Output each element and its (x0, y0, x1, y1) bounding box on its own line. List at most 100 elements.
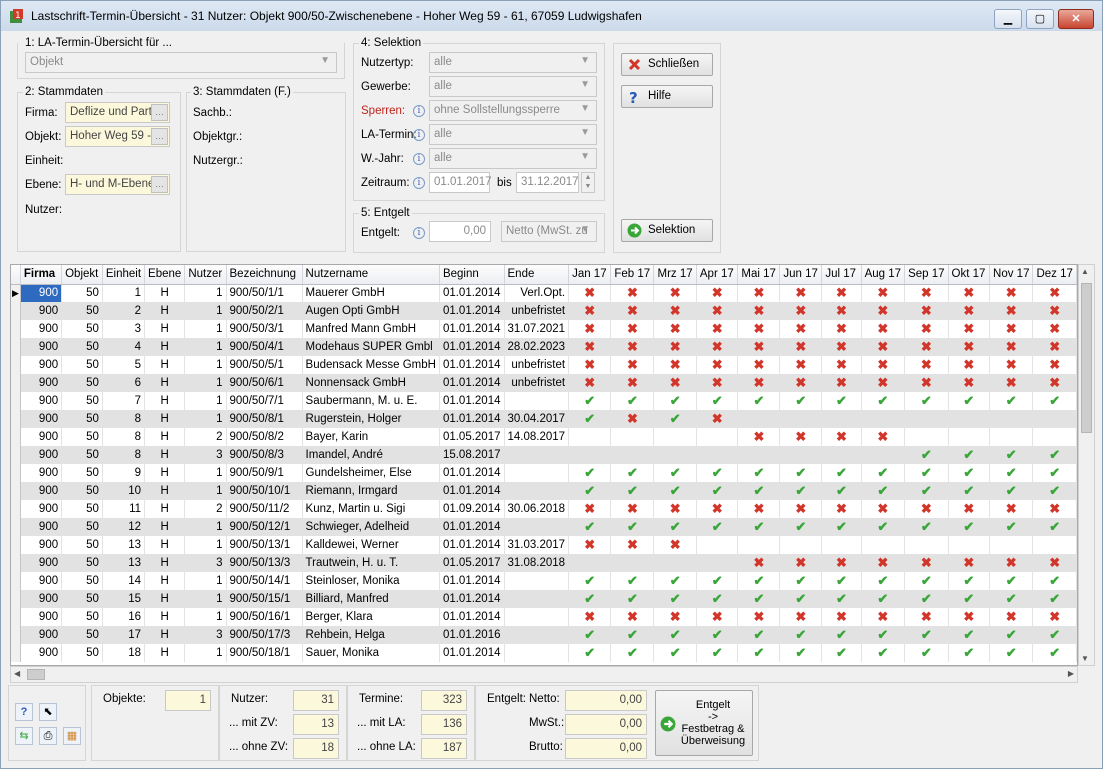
table-row[interactable]: 900 50 8 H 1 900/50/8/1 Rugerstein, Holger 01.0… (11, 410, 1077, 428)
column-header[interactable]: Sep 17 (904, 265, 949, 285)
column-header[interactable]: Feb 17 (610, 265, 655, 285)
row-header[interactable] (11, 410, 21, 428)
column-header[interactable]: Jul 17 (821, 265, 862, 285)
row-header[interactable] (11, 302, 21, 320)
row-header[interactable] (11, 608, 21, 626)
table-row[interactable]: 900 50 12 H 1 900/50/12/1 Schwieger, Adelheid 0… (11, 518, 1077, 536)
close-button[interactable]: Schließen (621, 53, 713, 76)
column-header[interactable]: Nov 17 (989, 265, 1034, 285)
browse-button[interactable]: … (151, 104, 168, 121)
table-row[interactable]: 900 50 3 H 1 900/50/3/1 Manfred Mann GmbH 01.01… (11, 320, 1077, 338)
column-header[interactable]: Nutzername (302, 265, 440, 285)
table-row[interactable]: 900 50 6 H 1 900/50/6/1 Nonnensack GmbH 01.01.2… (11, 374, 1077, 392)
column-header[interactable]: Mrz 17 (653, 265, 697, 285)
hscroll-thumb[interactable] (27, 669, 45, 680)
help-icon[interactable]: ? (15, 703, 33, 721)
table-row[interactable]: 900 50 9 H 1 900/50/9/1 Gundelsheimer, Else 01.… (11, 464, 1077, 482)
column-header[interactable]: Jan 17 (568, 265, 612, 285)
scroll-down-icon[interactable]: ▼ (1081, 654, 1089, 663)
cursor-icon[interactable]: ⬉ (39, 703, 57, 721)
minimize-button[interactable]: ▁ (994, 9, 1022, 29)
close-window-button[interactable]: ✕ (1058, 9, 1094, 29)
row-header[interactable] (11, 644, 21, 662)
column-header[interactable]: Ende (504, 265, 570, 285)
festbetrag-button[interactable]: Entgelt -> Festbetrag & Überweisung (655, 690, 753, 756)
grid-icon[interactable]: ▦ (63, 727, 81, 745)
la-termin-uebersicht-select[interactable]: Objekt ▼ (25, 52, 337, 73)
table-row[interactable]: ▶ 900 50 1 H 1 900/50/1/1 Mauerer GmbH 01.01.201… (11, 284, 1077, 302)
column-header[interactable]: Nutzer (184, 265, 227, 285)
column-header[interactable]: Einheit (102, 265, 146, 285)
scroll-up-icon[interactable]: ▲ (1081, 267, 1089, 276)
table-row[interactable]: 900 50 15 H 1 900/50/15/1 Billiard, Manfred 01.… (11, 590, 1077, 608)
firma-field[interactable]: Deflize und Partr… (65, 102, 170, 123)
termin-table[interactable]: Firma Objekt Einheit Ebene Nutzer Bezeichnung… (10, 264, 1078, 666)
column-header[interactable]: Dez 17 (1032, 265, 1077, 285)
column-header[interactable]: Jun 17 (779, 265, 823, 285)
table-row[interactable]: 900 50 7 H 1 900/50/7/1 Saubermann, M. u. E. 01… (11, 392, 1077, 410)
help-button[interactable]: ? Hilfe (621, 85, 713, 108)
table-row[interactable]: 900 50 18 H 1 900/50/18/1 Sauer, Monika 01.01.2… (11, 644, 1077, 662)
scroll-left-icon[interactable]: ◀ (14, 669, 20, 678)
ebene-field[interactable]: H- und M-Ebene… (65, 174, 170, 195)
table-row[interactable]: 900 50 5 H 1 900/50/5/1 Budensack Messe GmbH 01… (11, 356, 1077, 374)
column-header[interactable]: Firma (20, 265, 63, 285)
nutzertyp-select[interactable]: alle ▼ (429, 52, 597, 73)
column-header[interactable]: Bezeichnung (226, 265, 303, 285)
entgelt-mode-select[interactable]: Netto (MwSt. zu ▼ (501, 221, 597, 242)
table-row[interactable]: 900 50 13 H 1 900/50/13/1 Kalldewei, Werner 01.… (11, 536, 1077, 554)
column-header[interactable]: Aug 17 (861, 265, 906, 285)
row-header[interactable] (11, 518, 21, 536)
info-icon[interactable]: i (413, 129, 425, 141)
column-header[interactable]: Okt 17 (948, 265, 991, 285)
vertical-scrollbar[interactable]: ▲ ▼ (1078, 264, 1095, 666)
row-header[interactable]: ▶ (11, 284, 21, 302)
horizontal-scrollbar[interactable]: ◀ ▶ (10, 666, 1078, 683)
maximize-button[interactable]: ▢ (1026, 9, 1054, 29)
column-header[interactable]: Apr 17 (696, 265, 739, 285)
print-icon[interactable]: ⎙ (39, 727, 57, 745)
browse-button[interactable]: … (151, 128, 168, 145)
date-spinner[interactable]: ▲ ▼ (581, 172, 595, 193)
zeitraum-from-input[interactable]: 01.01.2017 (429, 172, 492, 193)
scroll-thumb[interactable] (1081, 283, 1092, 433)
info-icon[interactable]: i (413, 153, 425, 165)
column-header[interactable]: Mai 17 (737, 265, 781, 285)
table-row[interactable]: 900 50 10 H 1 900/50/10/1 Riemann, Irmgard 01.0… (11, 482, 1077, 500)
row-header[interactable] (11, 320, 21, 338)
table-row[interactable]: 900 50 16 H 1 900/50/16/1 Berger, Klara 01.01.2… (11, 608, 1077, 626)
column-header[interactable]: Beginn (439, 265, 505, 285)
table-row[interactable]: 900 50 17 H 3 900/50/17/3 Rehbein, Helga 01.01.… (11, 626, 1077, 644)
scroll-right-icon[interactable]: ▶ (1068, 669, 1074, 678)
row-header[interactable] (11, 338, 21, 356)
row-header[interactable] (11, 536, 21, 554)
table-row[interactable]: 900 50 11 H 2 900/50/11/2 Kunz, Martin u. Sigi… (11, 500, 1077, 518)
row-header[interactable] (11, 392, 21, 410)
info-icon[interactable]: i (413, 177, 425, 189)
gewerbe-select[interactable]: alle ▼ (429, 76, 597, 97)
objekt-field[interactable]: Hoher Weg 59 -… (65, 126, 170, 147)
row-header[interactable] (11, 464, 21, 482)
row-header[interactable] (11, 374, 21, 392)
table-row[interactable]: 900 50 13 H 3 900/50/13/3 Trautwein, H. u. T. 0… (11, 554, 1077, 572)
selektion-button[interactable]: Selektion (621, 219, 713, 242)
row-header[interactable] (11, 626, 21, 644)
row-header[interactable] (11, 590, 21, 608)
row-header[interactable] (11, 572, 21, 590)
sperren-select[interactable]: ohne Sollstellungssperre ▼ (429, 100, 597, 121)
column-header[interactable]: Objekt (61, 265, 103, 285)
row-header[interactable] (11, 428, 21, 446)
wjahr-select[interactable]: alle ▼ (429, 148, 597, 169)
row-header[interactable] (11, 500, 21, 518)
zeitraum-to-input[interactable]: 31.12.2017 (516, 172, 579, 193)
row-header[interactable] (11, 356, 21, 374)
row-header[interactable] (11, 554, 21, 572)
row-header[interactable] (11, 482, 21, 500)
latermin-select[interactable]: alle ▼ (429, 124, 597, 145)
browse-button[interactable]: … (151, 176, 168, 193)
entgelt-input[interactable]: 0,00 (429, 221, 491, 242)
table-row[interactable]: 900 50 2 H 1 900/50/2/1 Augen Opti GmbH 01.01.2… (11, 302, 1077, 320)
table-row[interactable]: 900 50 14 H 1 900/50/14/1 Steinloser, Monika 01… (11, 572, 1077, 590)
table-row[interactable]: 900 50 4 H 1 900/50/4/1 Modehaus SUPER Gmbl 01.… (11, 338, 1077, 356)
refresh-icon[interactable]: ⇆ (15, 727, 33, 745)
